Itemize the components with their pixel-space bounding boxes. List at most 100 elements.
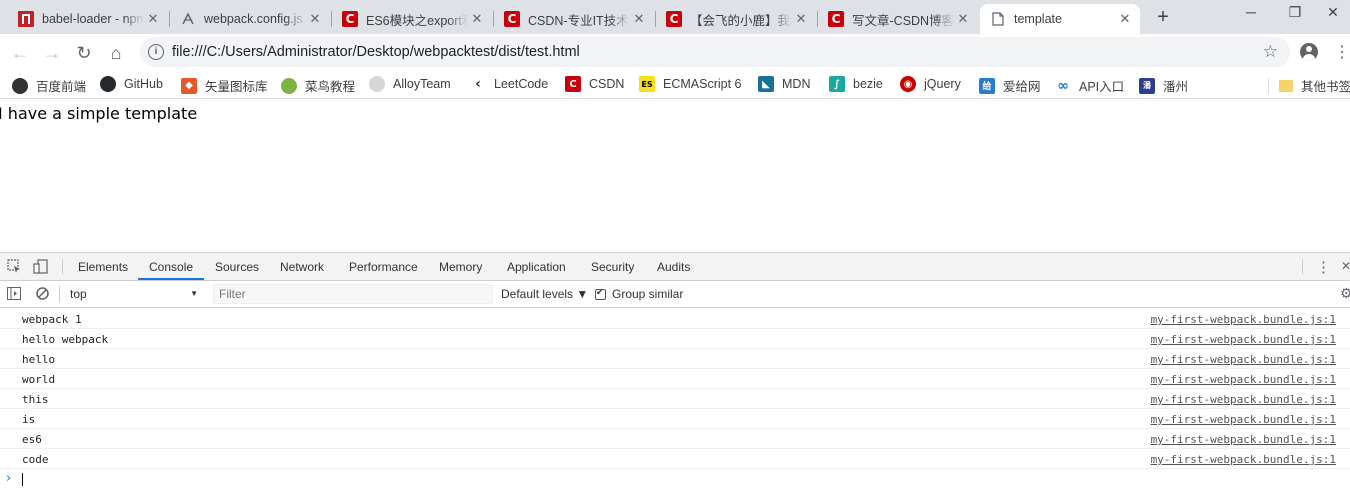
tab-network[interactable]: Network <box>280 260 324 274</box>
tab-audits[interactable]: Audits <box>657 260 690 274</box>
source-link[interactable]: my-first-webpack.bundle.js:1 <box>1151 453 1336 466</box>
bookmark-leetcode[interactable]: ‹ LeetCode <box>470 76 548 92</box>
tab-close-icon[interactable]: ✕ <box>144 11 162 27</box>
tab-close-icon[interactable]: ✕ <box>954 11 972 27</box>
devtools-close-icon[interactable]: ✕ <box>1341 259 1350 273</box>
address-bar[interactable]: i file:///C:/Users/Administrator/Desktop… <box>140 37 1290 67</box>
tab-close-icon[interactable]: ✕ <box>468 11 486 27</box>
maximize-button[interactable]: ❐ <box>1272 4 1318 21</box>
bookmark-label: bezie <box>853 77 883 91</box>
browser-toolbar: ← → ↻ ⌂ i file:///C:/Users/Administrator… <box>0 34 1350 72</box>
tab-memory[interactable]: Memory <box>439 260 482 274</box>
bookmark-runoob[interactable]: 菜鸟教程 <box>281 76 355 95</box>
bookmark-label: GitHub <box>124 77 163 91</box>
tab-console[interactable]: Console <box>149 260 193 274</box>
source-link[interactable]: my-first-webpack.bundle.js:1 <box>1151 353 1336 366</box>
source-link[interactable]: my-first-webpack.bundle.js:1 <box>1151 313 1336 326</box>
tab-title: babel-loader - npm <box>42 12 144 26</box>
console-filter-input[interactable] <box>213 284 493 304</box>
source-link[interactable]: my-first-webpack.bundle.js:1 <box>1151 373 1336 386</box>
device-toolbar-icon[interactable] <box>33 259 48 274</box>
tab-close-icon[interactable]: ✕ <box>1116 11 1134 27</box>
bookmark-bezie[interactable]: ∫ bezie <box>829 76 883 92</box>
source-link[interactable]: my-first-webpack.bundle.js:1 <box>1151 433 1336 446</box>
source-link[interactable]: my-first-webpack.bundle.js:1 <box>1151 333 1336 346</box>
devtools-divider <box>62 259 63 274</box>
bookmark-label: 爱给网 <box>1003 80 1041 94</box>
browser-menu-icon[interactable]: ⋮ <box>1334 42 1350 62</box>
console-prompt[interactable]: › <box>0 469 1350 489</box>
bookmark-api[interactable]: ∞ API入口 <box>1055 76 1124 95</box>
tab-close-icon[interactable]: ✕ <box>306 11 324 27</box>
console-message: code my-first-webpack.bundle.js:1 <box>0 449 1350 469</box>
home-button[interactable]: ⌂ <box>105 42 127 64</box>
console-message: webpack 1 my-first-webpack.bundle.js:1 <box>0 309 1350 329</box>
close-window-button[interactable]: ✕ <box>1316 4 1350 21</box>
bookmarks-bar: 百度前端 GitHub ◆ 矢量图标库 菜鸟教程 AlloyTeam ‹ Lee… <box>0 72 1350 99</box>
source-link[interactable]: my-first-webpack.bundle.js:1 <box>1151 413 1336 426</box>
bookmark-baidu-fe[interactable]: 百度前端 <box>12 76 86 95</box>
webpack-icon <box>180 11 196 27</box>
checkbox-checked-icon[interactable] <box>595 287 606 300</box>
tab-sources[interactable]: Sources <box>215 260 259 274</box>
context-value: top <box>70 287 87 301</box>
dropdown-arrow-icon: ▼ <box>190 289 198 298</box>
tab-close-icon[interactable]: ✕ <box>630 11 648 27</box>
bezier-icon: ∫ <box>829 76 845 92</box>
tab-es6-module[interactable]: C ES6模块之export和import ✕ <box>332 4 492 34</box>
tab-application[interactable]: Application <box>507 260 566 274</box>
console-message-text: hello webpack <box>22 333 109 346</box>
bookmark-iconfont[interactable]: ◆ 矢量图标库 <box>181 76 268 95</box>
bookmark-es6[interactable]: ES ECMAScript 6 <box>639 76 742 92</box>
bookmark-star-icon[interactable]: ☆ <box>1263 42 1278 62</box>
back-button[interactable]: ← <box>9 42 31 64</box>
tab-close-icon[interactable]: ✕ <box>792 11 810 27</box>
context-selector[interactable]: top ▼ <box>64 284 204 304</box>
bookmark-github[interactable]: GitHub <box>100 76 163 92</box>
minimize-button[interactable]: ─ <box>1228 4 1274 20</box>
group-similar-toggle[interactable]: Group similar <box>595 287 683 301</box>
devtools-divider <box>1302 259 1303 274</box>
new-tab-button[interactable]: + <box>1152 6 1174 29</box>
tab-webpack-config[interactable]: webpack.config.js ✕ <box>170 4 330 34</box>
filter-divider <box>59 286 60 302</box>
profile-avatar-icon[interactable] <box>1300 43 1318 61</box>
clear-console-icon[interactable] <box>36 287 50 301</box>
bookmark-label: 百度前端 <box>36 80 87 94</box>
bookmark-label: ECMAScript 6 <box>663 77 742 91</box>
forward-button[interactable]: → <box>41 42 63 64</box>
bookmark-panzhou[interactable]: 潘 潘州 <box>1139 76 1188 95</box>
bookmark-mdn[interactable]: ◣ MDN <box>758 76 810 92</box>
bookmark-label: CSDN <box>589 77 625 91</box>
tab-blog[interactable]: C 【会飞的小鹿】我的博客 ✕ <box>656 4 816 34</box>
tab-write-article[interactable]: C 写文章-CSDN博客 ✕ <box>818 4 978 34</box>
mdn-icon: ◣ <box>758 76 774 92</box>
page-viewport: I have a simple template <box>0 99 1350 252</box>
tab-security[interactable]: Security <box>591 260 634 274</box>
source-link[interactable]: my-first-webpack.bundle.js:1 <box>1151 393 1336 406</box>
api-link-icon: ∞ <box>1057 77 1069 94</box>
console-settings-icon[interactable]: ⚙ <box>1340 285 1350 302</box>
tab-template[interactable]: template ✕ <box>980 4 1140 34</box>
log-levels-dropdown[interactable]: Default levels ▼ <box>501 287 588 301</box>
bookmark-csdn[interactable]: C CSDN <box>565 76 624 92</box>
csdn-icon: C <box>666 11 682 27</box>
bookmark-aigei[interactable]: 给 爱给网 <box>979 76 1041 95</box>
tab-performance[interactable]: Performance <box>349 260 418 274</box>
console-message-text: es6 <box>22 433 42 446</box>
tab-elements[interactable]: Elements <box>78 260 128 274</box>
sidebar-toggle-icon[interactable] <box>7 287 21 301</box>
url-text[interactable]: file:///C:/Users/Administrator/Desktop/w… <box>172 44 580 60</box>
alloyteam-icon <box>369 76 385 92</box>
aigei-icon: 给 <box>979 77 995 94</box>
info-icon[interactable]: i <box>148 44 164 60</box>
devtools-menu-icon[interactable]: ⋮ <box>1316 258 1331 276</box>
tab-babel-loader[interactable]: babel-loader - npm ✕ <box>8 4 168 34</box>
bookmark-alloyteam[interactable]: AlloyTeam <box>369 76 451 92</box>
reload-button[interactable]: ↻ <box>73 42 95 64</box>
bookmark-other-folder[interactable]: 其他书签 <box>1279 76 1350 95</box>
tab-csdn-home[interactable]: C CSDN-专业IT技术社区 ✕ <box>494 4 654 34</box>
bookmark-jquery[interactable]: ◉ jQuery <box>900 76 961 92</box>
panzhou-icon: 潘 <box>1139 77 1155 94</box>
inspect-element-icon[interactable] <box>7 259 21 273</box>
